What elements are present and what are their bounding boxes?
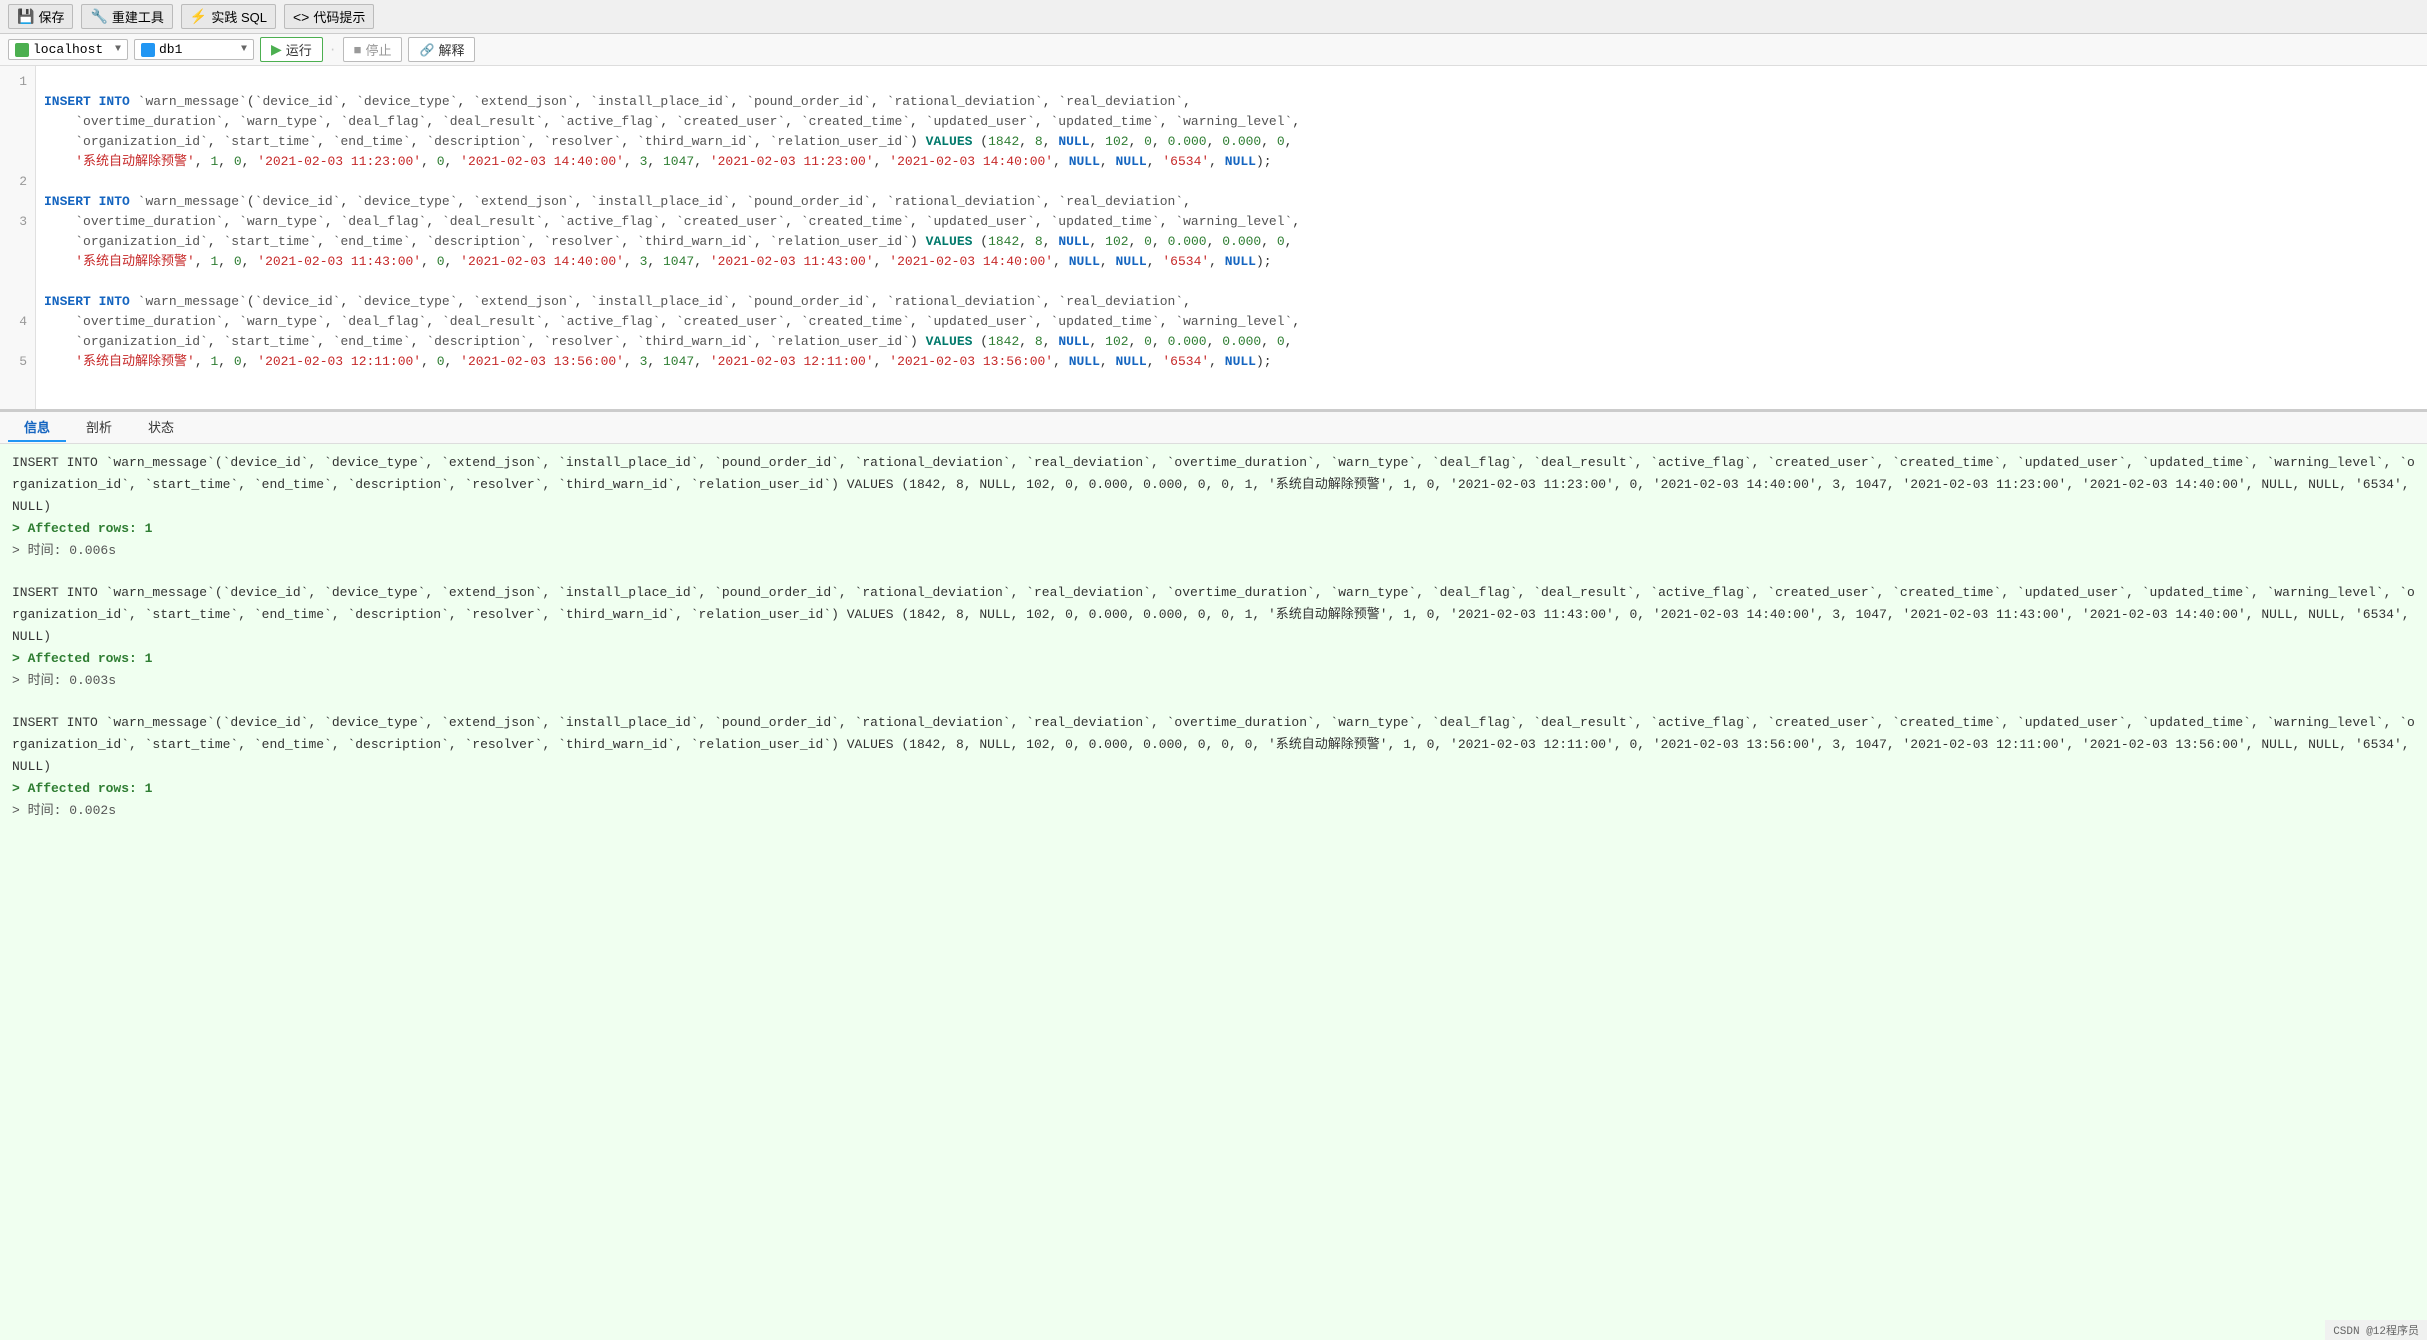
play-icon: ▶ (271, 41, 282, 58)
save-button[interactable]: 💾 保存 (8, 4, 73, 29)
rebuild-icon: 🔧 (90, 8, 107, 25)
tabs-bar: 信息 剖析 状态 (0, 412, 2427, 444)
code-hint-button[interactable]: <> 代码提示 (284, 4, 374, 29)
sql-editor[interactable]: 1 2 3 4 5 6 INSERT INTO `warn_message`(`… (0, 66, 2427, 411)
sql-editor-content: 1 2 3 4 5 6 INSERT INTO `warn_message`(`… (0, 66, 2427, 409)
tab-analyze-label: 剖析 (86, 421, 112, 436)
exec-sql-button[interactable]: ⚡ 实践 SQL (181, 4, 276, 29)
bottom-panel: 信息 剖析 状态 INSERT INTO `warn_message`(`dev… (0, 411, 2427, 1340)
footer-bar: CSDN @12程序员 (2325, 1320, 2427, 1340)
line-num-blank-4 (0, 332, 35, 352)
result-affected-2: > Affected rows: 1 (12, 648, 2415, 670)
main-layout: 1 2 3 4 5 6 INSERT INTO `warn_message`(`… (0, 66, 2427, 1340)
exec-sql-label: 实践 SQL (211, 7, 267, 26)
stop-button[interactable]: ■ 停止 (343, 37, 403, 62)
code-icon: <> (293, 9, 309, 25)
host-chevron-icon: ▼ (115, 44, 121, 55)
result-block-3: INSERT INTO `warn_message`(`device_id`, … (12, 712, 2415, 822)
line-num-blank-1 (0, 92, 35, 172)
stop-icon: ■ (354, 42, 362, 57)
tab-info[interactable]: 信息 (8, 413, 66, 442)
tab-status-label: 状态 (148, 421, 174, 436)
db-label: db1 (159, 42, 182, 57)
sql-editor-text[interactable]: INSERT INTO `warn_message`(`device_id`, … (36, 66, 2427, 409)
db-icon (141, 43, 155, 57)
footer-text: CSDN @12程序员 (2333, 1326, 2419, 1338)
toolbar: 💾 保存 🔧 重建工具 ⚡ 实践 SQL <> 代码提示 (0, 0, 2427, 34)
line-num-3: 3 (0, 212, 35, 232)
run-label: 运行 (286, 40, 312, 59)
save-label: 保存 (38, 7, 64, 26)
result-affected-1: > Affected rows: 1 (12, 518, 2415, 540)
line-num-1: 1 (0, 72, 35, 92)
rebuild-tool-button[interactable]: 🔧 重建工具 (81, 4, 172, 29)
save-icon: 💾 (17, 8, 34, 25)
result-sql-1: INSERT INTO `warn_message`(`device_id`, … (12, 452, 2415, 518)
result-affected-3: > Affected rows: 1 (12, 778, 2415, 800)
host-label: localhost (33, 42, 103, 57)
line-num-2: 2 (0, 172, 35, 192)
explain-button[interactable]: 🔗 解释 (408, 37, 475, 62)
connection-status-icon (15, 43, 29, 57)
line-numbers: 1 2 3 4 5 6 (0, 66, 36, 409)
exec-icon: ⚡ (190, 8, 207, 25)
line-num-blank-3 (0, 232, 35, 312)
run-button[interactable]: ▶ 运行 (260, 37, 323, 62)
result-time-2: > 时间: 0.003s (12, 670, 2415, 692)
line-num-4: 4 (0, 312, 35, 332)
result-time-1: > 时间: 0.006s (12, 540, 2415, 562)
tab-analyze[interactable]: 剖析 (70, 413, 128, 442)
result-block-1: INSERT INTO `warn_message`(`device_id`, … (12, 452, 2415, 562)
result-time-3: > 时间: 0.002s (12, 800, 2415, 822)
line-num-blank-2 (0, 192, 35, 212)
tab-info-label: 信息 (24, 421, 50, 436)
separator: · (329, 42, 337, 57)
line-num-blank-5 (0, 372, 35, 409)
host-selector[interactable]: localhost ▼ (8, 39, 128, 60)
result-sql-2: INSERT INTO `warn_message`(`device_id`, … (12, 582, 2415, 648)
db-selector[interactable]: db1 ▼ (134, 39, 254, 60)
code-hint-label: 代码提示 (313, 7, 365, 26)
results-content: INSERT INTO `warn_message`(`device_id`, … (0, 444, 2427, 1340)
explain-label: 解释 (438, 40, 464, 59)
explain-icon: 🔗 (419, 43, 434, 57)
result-sql-3: INSERT INTO `warn_message`(`device_id`, … (12, 712, 2415, 778)
stop-label: 停止 (365, 40, 391, 59)
rebuild-label: 重建工具 (112, 7, 164, 26)
line-num-5: 5 (0, 352, 35, 372)
connection-bar: localhost ▼ db1 ▼ ▶ 运行 · ■ 停止 🔗 解释 (0, 34, 2427, 66)
result-block-2: INSERT INTO `warn_message`(`device_id`, … (12, 582, 2415, 692)
db-chevron-icon: ▼ (241, 44, 247, 55)
tab-status[interactable]: 状态 (132, 413, 190, 442)
